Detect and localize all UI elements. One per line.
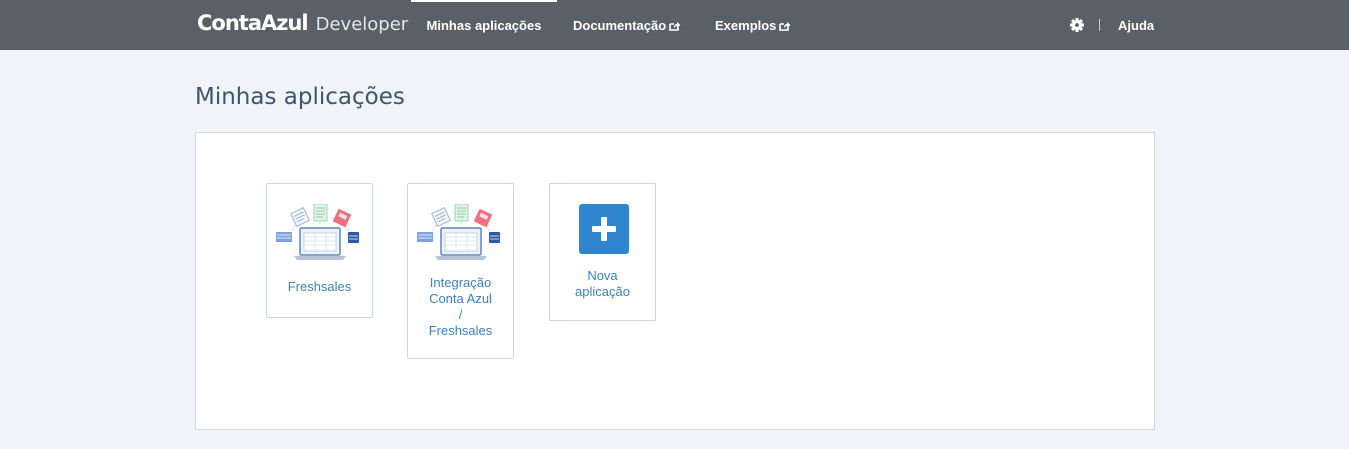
nav-minhas-aplicacoes[interactable]: Minhas aplicações [411,0,557,50]
new-app-label: Nova aplicação [550,268,655,300]
app-name-line: Integração [429,275,492,290]
new-app-card[interactable]: Nova aplicação [549,183,656,321]
brand-name: ContaAzul [197,11,309,35]
external-link-icon [669,22,681,31]
new-app-label-line: aplicação [575,284,630,299]
nav-exemplos[interactable]: Exemplos [715,0,791,50]
gear-icon[interactable] [1070,18,1084,32]
external-link-icon [779,22,791,31]
app-name-line: Conta Azul [429,291,492,306]
app-name: Freshsales [287,279,352,294]
page-title: Minhas aplicações [195,84,405,110]
app-card-integracao[interactable]: Integração Conta Azul / Freshsales [407,183,514,359]
app-name-line: / [458,307,463,322]
integration-illustration-icon [276,204,359,260]
nav-label: Exemplos [715,18,777,33]
help-link[interactable]: Ajuda [1118,0,1154,52]
app-name-line: Freshsales [428,323,493,338]
app-name: Integração Conta Azul / Freshsales [408,275,513,339]
plus-icon[interactable] [579,204,629,254]
brand-logo[interactable]: ContaAzul Developer [197,11,408,39]
brand-subtitle: Developer [315,14,409,35]
nav-label: Minhas aplicações [426,18,542,33]
integration-illustration-icon [417,204,500,260]
app-card-freshsales[interactable]: Freshsales [266,183,373,318]
top-navbar: ContaAzul Developer Minhas aplicações Do… [0,0,1349,50]
applications-panel: Freshsales Integração Conta Azul / Fresh… [195,132,1155,430]
new-app-label-line: Nova [587,268,618,283]
nav-documentacao[interactable]: Documentação [573,0,681,50]
header-divider [1099,19,1100,31]
nav-label: Documentação [573,18,667,33]
